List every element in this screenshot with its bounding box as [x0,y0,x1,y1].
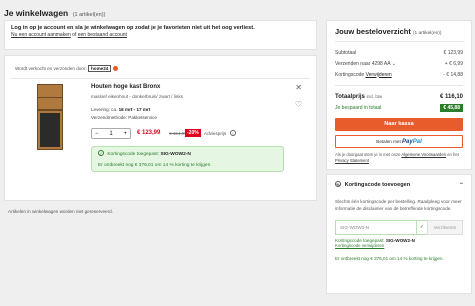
order-summary: Jouw besteloverzicht (1 artikel(en)) Sub… [326,20,472,170]
coupon-tag-icon: % [335,181,341,187]
advice-price-label: Adviesprijs [204,131,227,136]
coupon-remove-link[interactable]: Verwijderen [366,72,392,78]
discount-badge: -20% [185,129,201,137]
saved-label: Je bespaard in totaal [335,104,382,111]
summary-title: Jouw besteloverzicht (1 artikel(en)) [335,27,463,36]
coupon-code: SIG-WOW2-N [160,152,191,157]
seller-info: Wordt verkocht en verzonden door: home24 [15,65,118,72]
coupon-applied-line: ✓ Kortingscode toegepast: SIG-WOW2-N [98,150,277,157]
check-icon: ✓ [417,220,427,235]
total-label: Totaalprijs [335,93,365,100]
coupon-row: Kortingscode Verwijderen - € 14,88 [335,69,463,80]
subtotal-label: Subtotaal [335,49,357,56]
collapse-icon[interactable]: − [460,181,463,188]
cabinet-door-shape [40,113,60,147]
subtotal-value: € 123,99 [443,49,463,56]
login-banner: Log in op je account en sla je winkelwag… [4,20,317,50]
existing-account-link[interactable]: een bestaand account [78,32,127,38]
cart-count: (1 artikel(en)) [72,12,106,18]
reservation-note: Artikelen in winkelwagen worden niet ger… [8,209,113,214]
page-title: Je winkelwagen [4,8,69,18]
shipping-label-wrap[interactable]: Verzenden naar 4298 AA ⌄ [335,61,396,67]
coupon-notice: ✓ Kortingscode toegepast: SIG-WOW2-N Er … [91,146,284,172]
delivery-label: Levering: ca. [91,107,118,112]
checkout-button[interactable]: Naar kassa [335,118,463,131]
remove-item-close-icon[interactable]: ✕ [295,83,302,92]
wishlist-heart-icon[interactable]: ♡ [295,100,302,109]
total-row: Totaalprijs incl. btw € 116,10 [335,91,463,102]
total-value: € 116,10 [439,93,463,100]
seller-label: Wordt verkocht en verzonden door: [15,66,87,71]
check-icon: ✓ [98,150,104,156]
shipping-value: + € 6,99 [444,60,463,67]
shipping-row: Verzenden naar 4298 AA ⌄ + € 6,99 [335,58,463,69]
coupon-remove-link[interactable]: Kortingscode verwijderen [335,243,463,248]
order-summary-column: Jouw besteloverzicht (1 artikel(en)) Sub… [326,20,472,294]
coupon-code-input[interactable] [335,220,417,235]
paypal-prefix: Betalen met [376,139,401,144]
quantity-stepper[interactable]: − 1 + [91,128,131,139]
divider [335,85,463,86]
coupon-label: Kortingscode [335,71,365,78]
paypal-logo-pal: Pal [412,139,422,145]
product-description: massief eikenhout - donkerbruin/ zwart /… [91,94,183,99]
redeem-button[interactable]: Verzilveren [427,220,463,235]
login-message: Log in op je account en sla je winkelwag… [11,25,255,31]
coupon-saving-text: Er ontbreekt nog € 376,01 om 14 % kortin… [335,256,444,261]
qty-minus-button[interactable]: − [95,131,99,137]
product-shipping: Verzendmethode: Pakketservice [91,115,157,120]
coupon-input-group: ✓ Verzilveren [335,220,463,235]
create-account-link[interactable]: Nu een account aanmaken [11,32,71,38]
coupon-panel-header[interactable]: % Kortingscode toevoegen − [335,181,463,188]
shipping-label[interactable]: Verzenden naar 4298 AA [335,61,390,67]
coupon-saving-text: Er ontbreekt nog € 376,01 om 14 % kortin… [98,163,212,168]
info-icon[interactable]: i [230,130,236,136]
cabinet-shelf-shape [37,97,63,98]
login-or: of [72,32,77,38]
summary-count: (1 artikel(en)) [412,31,442,36]
divider [335,41,463,42]
coupon-panel-title[interactable]: Kortingscode toevoegen [345,182,411,188]
page-header: Je winkelwagen (1 artikel(en)) [0,0,475,18]
paypal-logo-pay: Pay [402,139,413,145]
login-links: Nu een account aanmaken of een bestaand … [11,32,310,39]
paypal-button[interactable]: Betalen met PayPal [335,135,463,148]
cart-column: Log in op je account en sla je winkelwag… [4,20,317,214]
total-note: incl. btw [366,93,383,99]
saved-badge: € 45,88 [440,103,463,112]
saved-row: Je bespaard in totaal € 45,88 [335,102,463,113]
summary-title-text: Jouw besteloverzicht [335,27,411,36]
divider [11,78,310,79]
coupon-applied-code: SIG-WOW2-N [385,238,415,243]
product-name[interactable]: Houten hoge kast Bronx [91,84,160,90]
terms-link[interactable]: Algemene Voorwaarden [401,152,446,157]
paypal-logo: PayPal [402,139,422,145]
coupon-value: - € 14,88 [443,71,463,78]
coupon-applied-label: Kortingscode toegepast: [107,152,160,157]
cart-item-card: Wordt verkocht en verzonden door: home24… [4,55,317,201]
qty-plus-button[interactable]: + [123,131,127,137]
legal-text-a: Als je doorgaat stem je in met onze [335,152,401,157]
coupon-panel-text: Slechts één kortingscode per bestelling.… [335,199,462,211]
privacy-link[interactable]: Privacy Statement [335,158,369,163]
delivery-date: 16 mrt - 17 mrt [118,107,151,112]
qty-value[interactable]: 1 [109,131,112,137]
product-delivery: Levering: ca. 16 mrt - 17 mrt [91,107,150,112]
coupon-panel: % Kortingscode toevoegen − Slechts één k… [326,174,472,294]
legal-text: Als je doorgaat stem je in met onze Alge… [335,152,463,164]
product-image[interactable] [37,84,63,150]
chevron-down-icon[interactable]: ⌄ [392,61,396,67]
seller-logo-dot-icon [112,66,118,72]
subtotal-row: Subtotaal € 123,99 [335,47,463,58]
product-price: € 123,99 [137,130,161,136]
seller-logo: home24 [87,65,112,72]
legal-text-b: en het [447,152,459,157]
